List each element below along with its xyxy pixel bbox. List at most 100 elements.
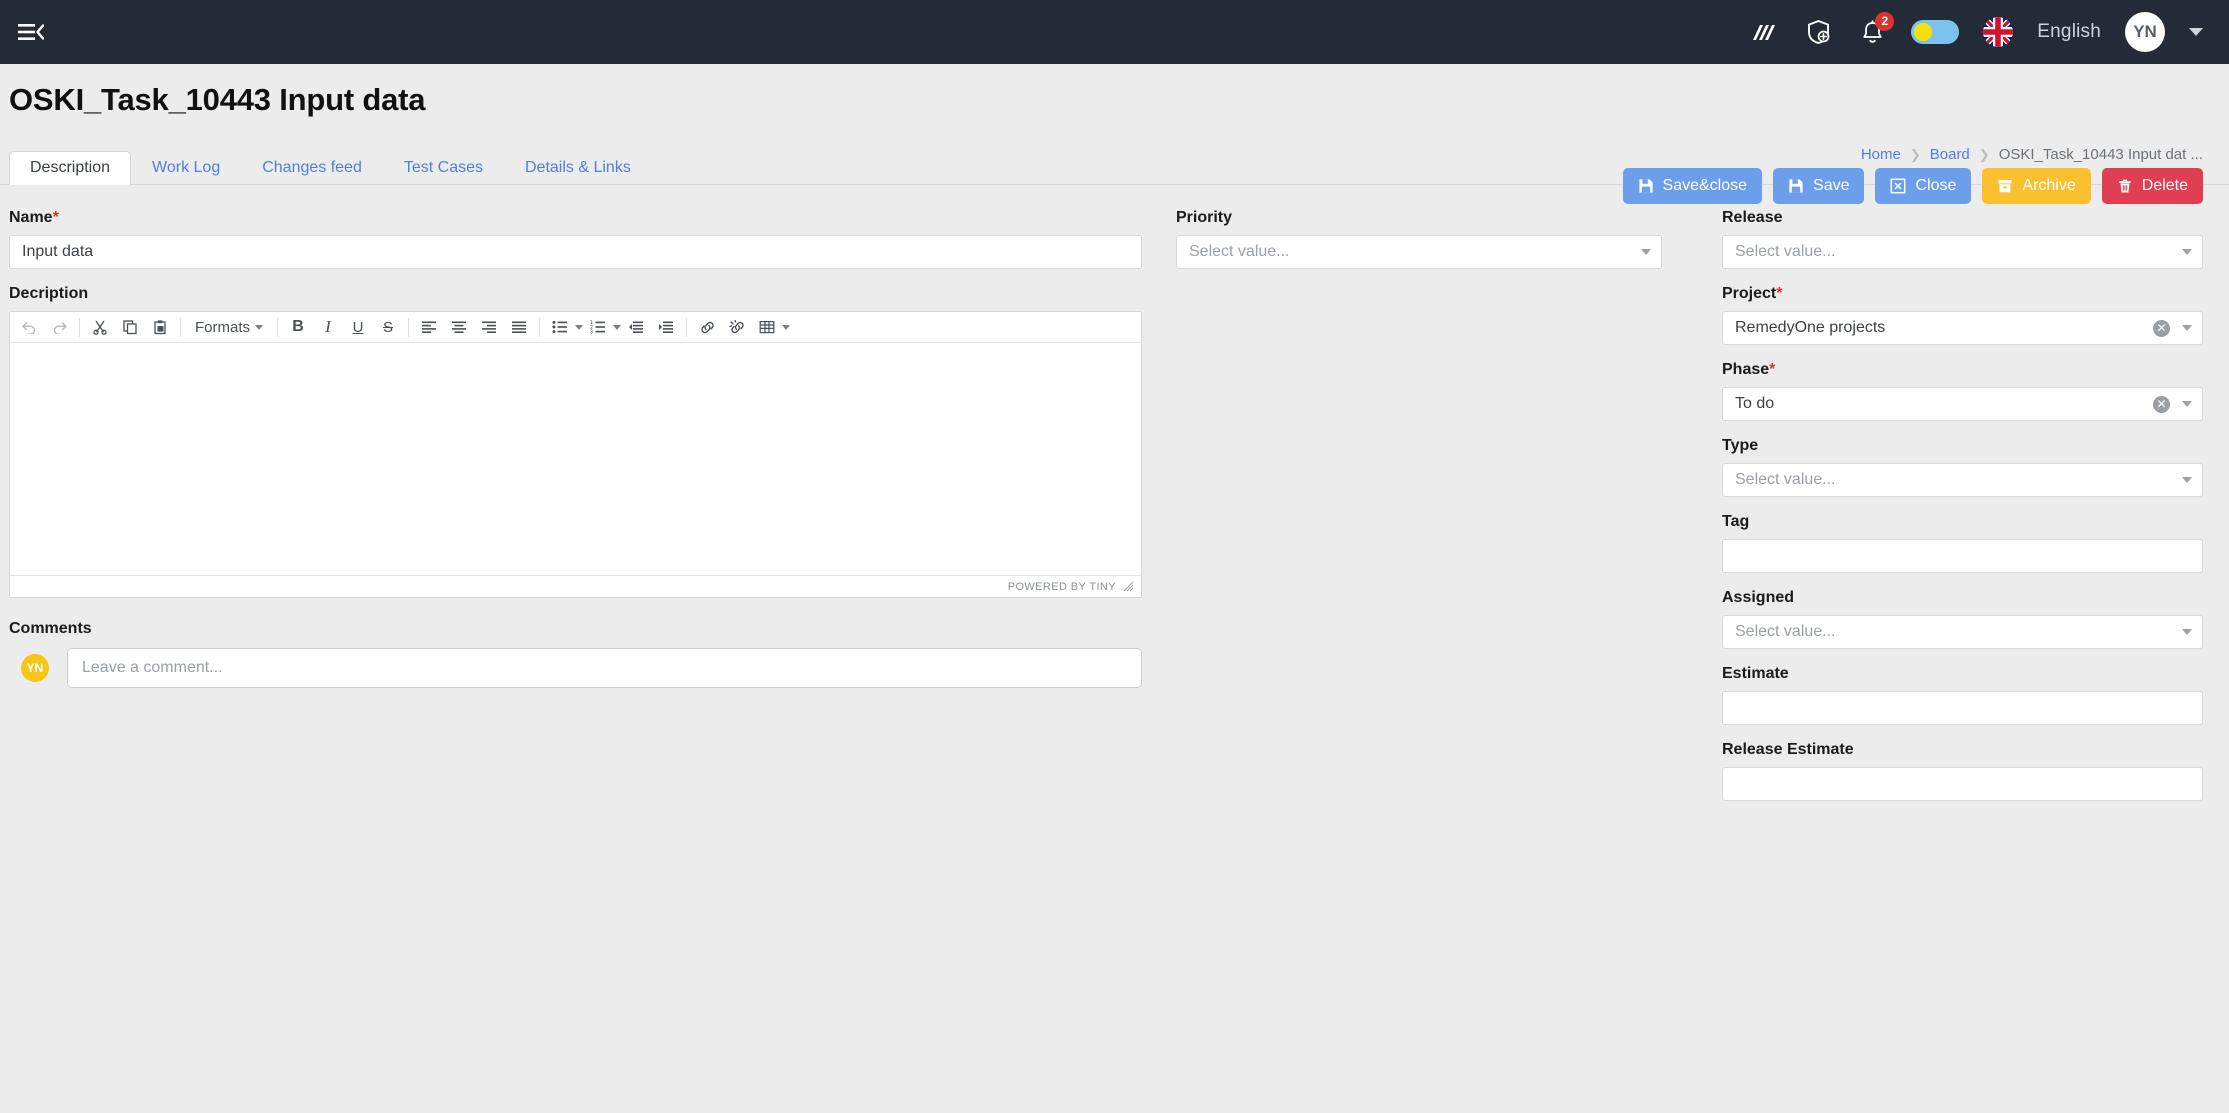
description-label: Decription xyxy=(9,285,89,302)
save-and-close-button[interactable]: Save&close xyxy=(1622,168,1763,204)
uk-flag-icon[interactable] xyxy=(1983,17,2014,47)
phase-select[interactable]: To do ✕ xyxy=(1722,387,2203,421)
description-editor-body[interactable] xyxy=(10,343,1141,575)
redo-icon[interactable] xyxy=(44,314,74,341)
close-button[interactable]: Close xyxy=(1875,168,1972,204)
link-icon[interactable] xyxy=(692,314,722,341)
phase-value: To do xyxy=(1735,395,1775,412)
chevron-down-icon xyxy=(2182,629,2192,635)
breadcrumb-item-home[interactable]: Home xyxy=(1861,146,1901,163)
release-value: Select value... xyxy=(1735,243,1836,260)
notification-count-badge: 2 xyxy=(1875,12,1895,31)
archive-icon xyxy=(1997,178,2013,194)
comment-input[interactable]: Leave a comment... xyxy=(67,648,1142,688)
undo-icon[interactable] xyxy=(14,314,44,341)
tab-description[interactable]: Description xyxy=(9,151,132,185)
required-marker: * xyxy=(52,209,59,226)
toggle-knob xyxy=(1914,23,1933,41)
release-select[interactable]: Select value... xyxy=(1722,235,2203,269)
bell-icon[interactable]: 2 xyxy=(1857,12,1895,47)
avatar[interactable]: YN xyxy=(2125,12,2165,52)
chevron-down-icon xyxy=(575,324,584,330)
align-left-icon[interactable] xyxy=(414,314,444,341)
type-select[interactable]: Select value... xyxy=(1722,463,2203,497)
chevron-down-icon xyxy=(2182,477,2192,483)
phase-label: Phase* xyxy=(1722,361,1776,378)
topbar-actions: 2 English YN xyxy=(1749,12,2203,52)
chevron-down-icon xyxy=(255,324,264,330)
tab-work-log[interactable]: Work Log xyxy=(131,151,241,185)
tag-field-group: Tag xyxy=(1722,513,2203,573)
phase-field-group: Phase* To do ✕ xyxy=(1722,361,2203,421)
bullet-list-dropdown[interactable] xyxy=(545,314,584,341)
trash-icon xyxy=(2117,178,2133,194)
archive-label: Archive xyxy=(2022,177,2076,194)
project-value: RemedyOne projects xyxy=(1735,319,1886,336)
release-estimate-field-group: Release Estimate xyxy=(1722,741,2203,801)
outdent-icon[interactable] xyxy=(621,314,651,341)
tab-changes-feed[interactable]: Changes feed xyxy=(241,151,383,185)
numbered-list-dropdown[interactable]: 123 xyxy=(583,314,622,341)
name-input[interactable]: Input data xyxy=(9,235,1142,269)
description-field-group: Decription Formats B I U S 1 2 3 POWERED… xyxy=(9,285,1142,598)
numbered-list-icon[interactable]: 123 xyxy=(583,314,613,341)
italic-icon[interactable]: I xyxy=(313,314,343,341)
indent-icon[interactable] xyxy=(651,314,681,341)
align-center-icon[interactable] xyxy=(444,314,474,341)
page-header: OSKI_Task_10443 Input data Home ❯ Board … xyxy=(0,64,2229,204)
breadcrumb-item-board[interactable]: Board xyxy=(1930,146,1970,163)
language-label[interactable]: English xyxy=(2037,21,2101,43)
table-icon[interactable] xyxy=(752,314,782,341)
estimate-input[interactable] xyxy=(1722,691,2203,725)
tab-details-and-links[interactable]: Details & Links xyxy=(504,151,652,185)
formats-label: Formats xyxy=(195,318,251,336)
breadcrumb-item-current: OSKI_Task_10443 Input dat ... xyxy=(1998,146,2203,163)
unlink-icon[interactable] xyxy=(722,314,752,341)
release-field-group: Release Select value... xyxy=(1722,209,2203,269)
align-justify-icon[interactable] xyxy=(504,314,534,341)
svg-text:3: 3 xyxy=(590,330,593,334)
bullet-list-icon[interactable] xyxy=(545,314,575,341)
form-content: Name* Input data Decription Formats B I … xyxy=(0,185,2229,817)
analytics-icon[interactable] xyxy=(1749,17,1779,47)
tag-label: Tag xyxy=(1722,513,1750,530)
align-right-icon[interactable] xyxy=(474,314,504,341)
delete-button[interactable]: Delete xyxy=(2101,168,2203,204)
page-title: OSKI_Task_10443 Input data xyxy=(9,82,426,117)
bold-icon[interactable]: B xyxy=(283,314,313,341)
toolbar-separator xyxy=(79,317,80,337)
top-navigation-bar: 2 English YN xyxy=(0,0,2229,64)
comment-composer: YN Leave a comment... xyxy=(9,648,1142,688)
strikethrough-icon[interactable]: S xyxy=(373,314,403,341)
close-box-icon xyxy=(1890,178,1906,194)
comments-section: Comments YN Leave a comment... xyxy=(9,620,1142,688)
toolbar-separator xyxy=(277,317,279,337)
shield-plus-icon[interactable] xyxy=(1803,17,1833,47)
assigned-field-group: Assigned Select value... xyxy=(1722,589,2203,649)
clear-icon[interactable]: ✕ xyxy=(2153,395,2170,413)
table-dropdown[interactable] xyxy=(752,314,791,341)
estimate-field-group: Estimate xyxy=(1722,665,2203,725)
copy-icon[interactable] xyxy=(115,314,145,341)
cut-icon[interactable] xyxy=(85,314,115,341)
required-marker: * xyxy=(1769,361,1776,378)
clear-icon[interactable]: ✕ xyxy=(2153,319,2170,337)
toolbar-separator xyxy=(180,317,181,337)
action-button-group: Save&close Save Close Archive Delete xyxy=(1622,168,2203,204)
save-button[interactable]: Save xyxy=(1773,168,1865,204)
theme-toggle[interactable] xyxy=(1911,20,1960,44)
priority-select[interactable]: Select value... xyxy=(1176,235,1662,269)
hamburger-collapse-icon[interactable] xyxy=(14,15,48,49)
name-field-group: Name* Input data xyxy=(9,209,1142,269)
archive-button[interactable]: Archive xyxy=(1982,168,2091,204)
tab-test-cases[interactable]: Test Cases xyxy=(383,151,504,185)
chevron-down-icon[interactable] xyxy=(2189,28,2203,36)
formats-dropdown[interactable]: Formats xyxy=(186,314,272,341)
project-select[interactable]: RemedyOne projects ✕ xyxy=(1722,311,2203,345)
paste-icon[interactable] xyxy=(145,314,175,341)
release-estimate-input[interactable] xyxy=(1722,767,2203,801)
tag-input[interactable] xyxy=(1722,539,2203,573)
underline-icon[interactable]: U xyxy=(343,314,373,341)
assigned-select[interactable]: Select value... xyxy=(1722,615,2203,649)
resize-handle-icon[interactable] xyxy=(1123,581,1134,592)
